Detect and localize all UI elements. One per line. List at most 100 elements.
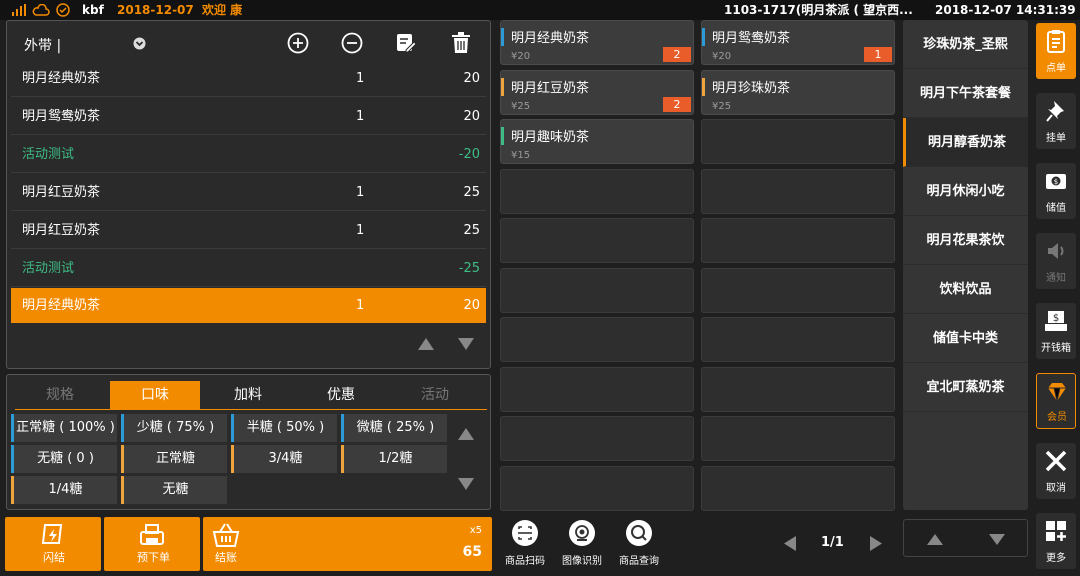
flavor-option-button[interactable]: 正常糖 [121, 445, 227, 473]
product-name: 明月趣味奶茶 [511, 130, 590, 145]
clock: 2018-12-07 14:31:39 [935, 3, 1076, 17]
category-item[interactable]: 明月下午茶套餐 [903, 69, 1028, 118]
basket-icon [212, 523, 240, 547]
checkout-button[interactable]: 结账 x5 65 [203, 517, 492, 571]
item-name: 明月红豆奶茶 [22, 223, 101, 238]
nav-recharge[interactable]: $ 储值 [1036, 163, 1076, 219]
item-price: -25 [458, 261, 480, 276]
flavor-option-button[interactable]: 半糖 ( 50% ) [231, 414, 337, 442]
item-qty: 1 [356, 109, 365, 124]
flavor-option-button[interactable]: 1/4糖 [11, 476, 117, 504]
flavor-option-button[interactable]: 正常糖 ( 100% ) [11, 414, 117, 442]
item-name: 明月鸳鸯奶茶 [22, 109, 101, 124]
minus-icon[interactable] [341, 32, 363, 54]
chevron-down-icon[interactable] [133, 37, 146, 50]
tab-option[interactable]: 活动 [390, 381, 480, 409]
nav-notify-label: 通知 [1046, 273, 1066, 284]
order-line-item[interactable]: 活动测试 -20 [11, 136, 486, 173]
flavor-option-button[interactable]: 少糖 ( 75% ) [121, 414, 227, 442]
item-price: 25 [463, 185, 480, 200]
order-header: 外带 | [15, 31, 485, 57]
page-indicator: 1/1 [821, 535, 844, 550]
flash-icon [41, 524, 63, 544]
category-down-icon[interactable] [989, 534, 1005, 545]
product-color-bar [702, 28, 705, 46]
empty-product-slot [500, 168, 694, 214]
order-line-item[interactable]: 明月鸳鸯奶茶 1 20 [11, 98, 486, 135]
empty-product-slot [500, 416, 694, 461]
category-item[interactable]: 宜北町蒸奶茶 [903, 363, 1028, 412]
item-qty: 1 [356, 298, 365, 313]
tab-option[interactable]: 加料 [203, 381, 293, 409]
category-list: 珍珠奶茶_圣熙 明月下午茶套餐 明月醇香奶茶 明月休闲小吃 明月花果茶饮 饮料饮品 储值卡中… [903, 20, 1028, 510]
product-search-tool[interactable]: 商品查询 [609, 520, 669, 570]
order-line-item[interactable]: 活动测试 -25 [11, 250, 486, 287]
flavor-option-button[interactable]: 无糖 [121, 476, 227, 504]
prev-page-icon[interactable] [784, 536, 796, 551]
scan-icon [512, 520, 538, 546]
image-recognition-tool[interactable]: 图像识别 [552, 520, 612, 570]
product-card[interactable]: 明月红豆奶茶 ¥25 2 [500, 69, 694, 115]
nav-order[interactable]: 点单 [1036, 23, 1076, 79]
product-price: ¥25 [712, 100, 732, 112]
nav-cancel[interactable]: 取消 [1036, 443, 1076, 499]
next-page-icon[interactable] [870, 536, 882, 551]
product-name: 明月红豆奶茶 [511, 80, 590, 96]
nav-recharge-label: 储值 [1046, 203, 1066, 214]
product-card[interactable]: 明月趣味奶茶 ¥15 [500, 119, 694, 164]
category-item[interactable]: 明月休闲小吃 [903, 167, 1028, 216]
empty-product-slot [500, 366, 694, 412]
search-icon [626, 520, 652, 546]
product-card[interactable]: 明月珍珠奶茶 ¥25 [701, 69, 895, 115]
tab-option[interactable]: 口味 [110, 381, 200, 409]
camera-icon [569, 520, 595, 546]
order-line-item[interactable]: 明月经典奶茶 1 20 [11, 288, 486, 323]
preorder-button[interactable]: 预下单 [104, 517, 200, 571]
category-item[interactable]: 明月醇香奶茶 [903, 118, 1028, 167]
flavor-option-button[interactable]: 3/4糖 [231, 445, 337, 473]
order-line-item[interactable]: 明月红豆奶茶 1 25 [11, 174, 486, 211]
login-date: 2018-12-07 [117, 3, 194, 17]
tab-option[interactable]: 规格 [15, 381, 105, 409]
edit-icon[interactable] [396, 33, 416, 53]
item-name: 明月经典奶茶 [22, 298, 101, 313]
order-line-item[interactable]: 明月红豆奶茶 1 25 [11, 212, 486, 249]
order-panel: 外带 | 明月经典奶茶 1 20 明月鸳鸯奶茶 1 20 活动测试 -20 明月红豆奶茶 1 25 明… [6, 20, 491, 369]
close-icon [1045, 450, 1067, 472]
flash-checkout-button[interactable]: 闪结 [5, 517, 101, 571]
flavor-option-button[interactable]: 微糖 ( 25% ) [341, 414, 447, 442]
signal-icon [12, 4, 26, 16]
nav-cash-drawer[interactable]: $ 开钱箱 [1036, 303, 1076, 359]
scroll-up-icon[interactable] [418, 338, 434, 350]
item-price: 20 [463, 298, 480, 313]
item-name: 活动测试 [22, 147, 75, 162]
category-item[interactable]: 珍珠奶茶_圣熙 [903, 20, 1028, 69]
cloud-icon [32, 4, 50, 16]
category-item[interactable]: 明月花果茶饮 [903, 216, 1028, 265]
nav-cash-drawer-label: 开钱箱 [1041, 343, 1071, 354]
category-up-icon[interactable] [927, 534, 943, 545]
options-up-icon[interactable] [458, 428, 474, 440]
nav-notify[interactable]: 通知 [1036, 233, 1076, 289]
add-icon[interactable] [287, 32, 309, 54]
nav-member[interactable]: 会员 [1036, 373, 1076, 429]
flavor-option-button[interactable]: 无糖 ( 0 ) [11, 445, 117, 473]
product-card[interactable]: 明月鸳鸯奶茶 ¥20 1 [701, 20, 895, 65]
greeting: 欢迎 康 [202, 3, 243, 17]
item-price: -20 [458, 147, 480, 162]
nav-more[interactable]: 更多 [1036, 513, 1076, 569]
flavor-option-button[interactable]: 1/2糖 [341, 445, 447, 473]
order-mode[interactable]: 外带 | [24, 35, 61, 55]
scan-product-tool[interactable]: 商品扫码 [495, 520, 555, 570]
nav-hold[interactable]: 挂单 [1036, 93, 1076, 149]
options-down-icon[interactable] [458, 478, 474, 490]
tab-option[interactable]: 优惠 [296, 381, 386, 409]
trash-icon[interactable] [451, 32, 471, 54]
order-line-item[interactable]: 明月经典奶茶 1 20 [11, 60, 486, 97]
scroll-down-icon[interactable] [458, 338, 474, 350]
product-color-bar [702, 77, 705, 96]
category-item[interactable]: 饮料饮品 [903, 265, 1028, 314]
product-card[interactable]: 明月经典奶茶 ¥20 2 [500, 20, 694, 65]
pin-icon [1046, 101, 1064, 122]
category-item[interactable]: 储值卡中类 [903, 314, 1028, 363]
